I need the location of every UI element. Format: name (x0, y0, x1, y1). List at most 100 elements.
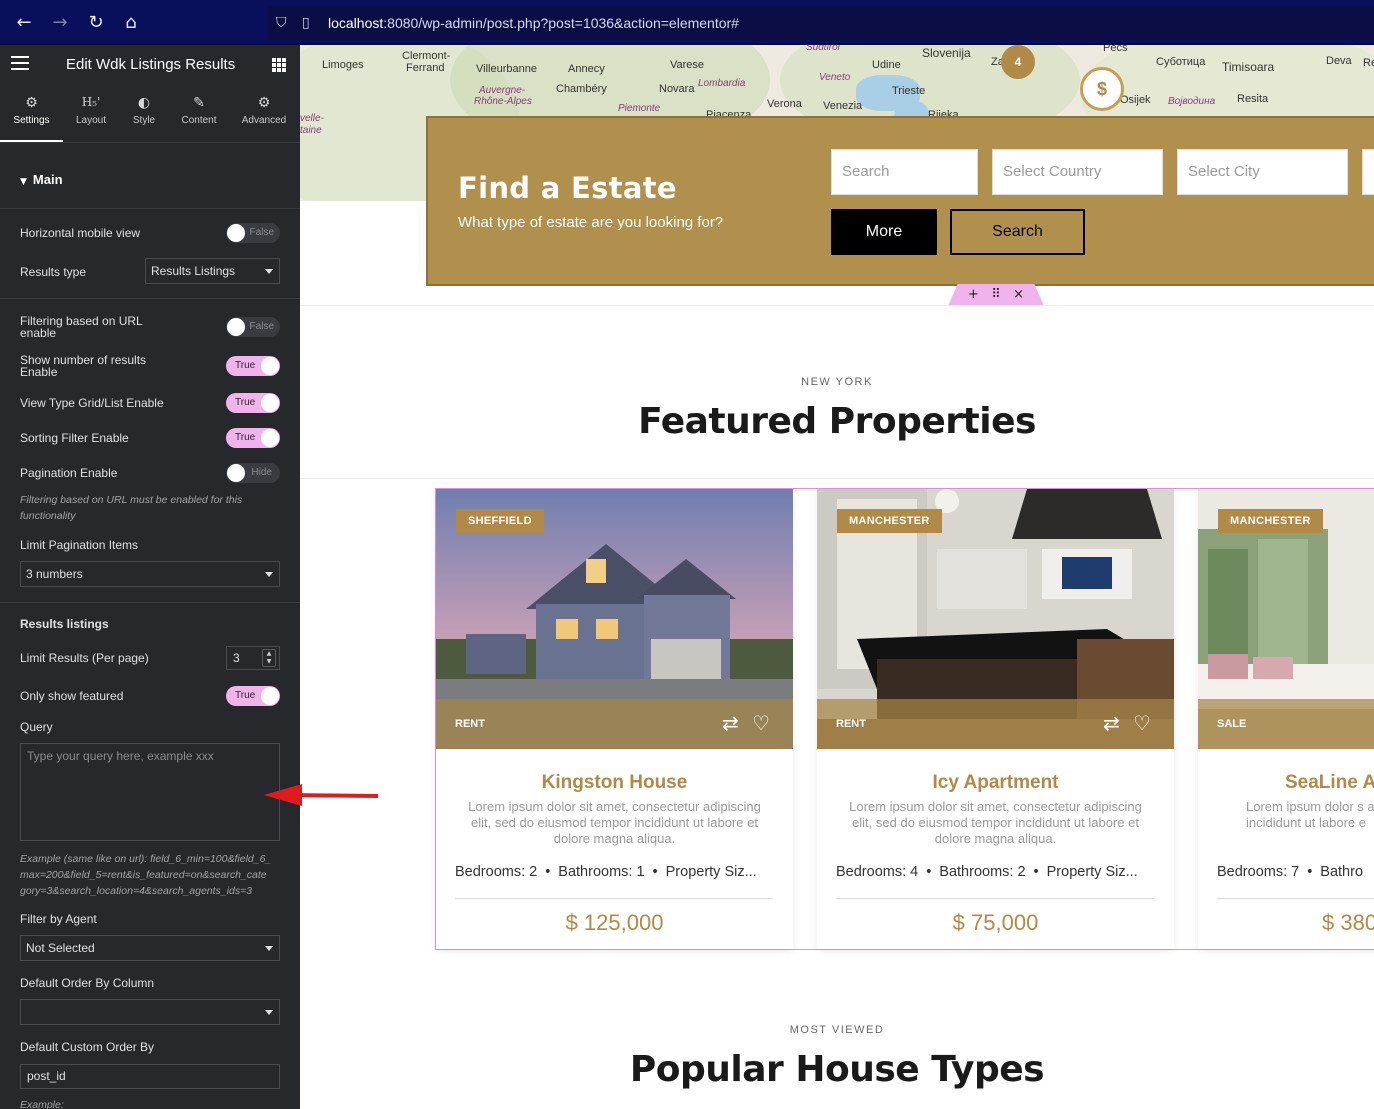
property-photo[interactable]: MANCHESTER RENT ⇄ ♡ (817, 489, 1174, 749)
reload-icon[interactable]: ↻ (83, 10, 109, 36)
half-circle-icon: ◐ (137, 95, 151, 111)
bathrooms: Bathrooms: 1 (558, 864, 645, 880)
toggle-knob (261, 357, 279, 375)
tab-advanced[interactable]: ⚙ Advanced (229, 85, 299, 142)
compare-icon[interactable]: ⇄ (722, 711, 739, 735)
show-number-toggle[interactable]: True (226, 356, 280, 376)
property-photo[interactable]: SHEFFIELD RENT ⇄ ♡ (436, 489, 793, 749)
tab-style[interactable]: ◐ Style (119, 85, 169, 142)
more-button[interactable]: More (831, 209, 937, 255)
show-number-label: Show number of results Enable (20, 354, 146, 378)
map-city-label: Varese (670, 59, 705, 71)
map-city-label: Villeurbanne (476, 63, 537, 75)
pencil-icon: ✎ (193, 95, 205, 111)
horizontal-mobile-label: Horizontal mobile view (20, 226, 141, 240)
location-badge[interactable]: MANCHESTER (1218, 509, 1323, 533)
map-city-label: Limoges (322, 59, 364, 71)
filter-agent-select[interactable]: Not Selected (20, 935, 280, 961)
toggle-state: False (249, 321, 274, 332)
back-arrow-icon[interactable]: ← (11, 10, 37, 36)
toggle-state: True (235, 360, 256, 371)
section-handle[interactable]: + ⠿ × (948, 284, 1044, 306)
bedrooms: Bedrooms: 4 (836, 864, 919, 880)
widgets-grid-icon[interactable] (272, 58, 286, 72)
search-button[interactable]: Search (950, 209, 1085, 255)
search-input[interactable]: Search (831, 149, 978, 195)
limit-pagination-select[interactable]: 3 numbers (20, 561, 280, 587)
map-cluster-marker[interactable]: 4 (1001, 45, 1035, 79)
property-card[interactable]: SHEFFIELD RENT ⇄ ♡ Kingston House Lorem … (436, 489, 793, 949)
results-type-value: Results Listings (151, 264, 236, 278)
divider (300, 305, 1374, 306)
shield-icon[interactable]: ⛉ (276, 6, 287, 40)
view-type-toggle[interactable]: True (226, 393, 280, 413)
map-city-label: Chambéry (556, 83, 607, 95)
photo-overlay (817, 699, 1174, 749)
tab-settings[interactable]: ⚙ Settings (0, 85, 63, 142)
results-type-select[interactable]: Results Listings (145, 258, 280, 284)
filtering-url-toggle[interactable]: False (226, 317, 280, 337)
pagination-toggle[interactable]: Hide (226, 463, 280, 483)
tab-layout[interactable]: H₅' Layout (63, 85, 119, 142)
address-bar[interactable]: ⛉ ▯ localhost:8080/wp-admin/post.php?pos… (268, 6, 1374, 40)
property-title[interactable]: Icy Apartment (817, 772, 1174, 794)
filtering-url-label-line2: enable (20, 326, 57, 340)
property-meta: Bedrooms: 2 • Bathrooms: 1 • Property Siz... (455, 864, 757, 880)
bedrooms: Bedrooms: 2 (455, 864, 538, 880)
compare-icon[interactable]: ⇄ (1103, 711, 1120, 735)
query-label: Query (20, 720, 53, 734)
default-order-label: Default Order By Column (20, 976, 155, 990)
drag-handle-icon[interactable]: ⠿ (991, 287, 1001, 302)
featured-kicker: NEW YORK (801, 376, 873, 388)
hamburger-menu-icon[interactable] (11, 56, 29, 74)
filtering-url-label: Filtering based on URL enable (20, 315, 143, 339)
limit-results-input[interactable]: 3 ▲ ▼ (226, 646, 280, 670)
map-region-label: taine (300, 125, 322, 136)
map-city-label: Udine (872, 59, 901, 71)
listing-type: RENT (836, 718, 866, 730)
property-title[interactable]: Kingston House (436, 772, 793, 794)
query-textarea[interactable]: Type your query here, example xxx (20, 743, 280, 841)
horizontal-mobile-toggle[interactable]: False (226, 223, 280, 243)
property-card[interactable]: MANCHESTER SALE SeaLine A Lorem ipsum do… (1198, 489, 1374, 949)
filter-agent-label: Filter by Agent (20, 912, 97, 926)
search-widget: Find a Estate What type of estate are yo… (426, 116, 1374, 286)
map-price-pin[interactable]: $ (1080, 67, 1124, 111)
number-stepper-icon[interactable]: ▲ ▼ (262, 649, 276, 667)
pagination-hint-line1: Filtering based on URL must be enabled f… (20, 494, 243, 506)
tab-advanced-label: Advanced (241, 115, 287, 126)
property-title[interactable]: SeaLine A (1285, 772, 1374, 794)
extra-field[interactable] (1362, 149, 1374, 195)
limit-pagination-value: 3 numbers (26, 567, 83, 581)
property-photo[interactable]: MANCHESTER SALE (1198, 489, 1374, 749)
property-description: Lorem ipsum dolor s adipiscing elit, sed… (1246, 799, 1374, 830)
home-icon[interactable]: ⌂ (118, 10, 144, 36)
only-featured-toggle[interactable]: True (226, 686, 280, 706)
forward-arrow-icon[interactable]: → (47, 10, 73, 36)
section-main-toggle[interactable]: ▼ Main (20, 172, 63, 187)
country-select[interactable]: Select Country (992, 149, 1163, 195)
sorting-toggle[interactable]: True (226, 428, 280, 448)
add-icon[interactable]: + (968, 287, 979, 302)
limit-pagination-label: Limit Pagination Items (20, 538, 139, 552)
heart-icon[interactable]: ♡ (752, 711, 770, 735)
toggle-knob (227, 318, 245, 336)
featured-heading: Featured Properties (638, 401, 1036, 442)
red-arrow-annotation (264, 784, 379, 806)
map-city-label: Novara (659, 83, 695, 95)
city-select[interactable]: Select City (1177, 149, 1348, 195)
location-badge[interactable]: SHEFFIELD (456, 509, 544, 533)
location-badge[interactable]: MANCHESTER (837, 509, 942, 533)
custom-order-input[interactable]: post_id (20, 1064, 280, 1089)
tab-content[interactable]: ✎ Content (169, 85, 229, 142)
close-icon[interactable]: × (1013, 287, 1024, 302)
panel-header: Edit Wdk Listings Results (0, 45, 300, 85)
view-type-label: View Type Grid/List Enable (20, 396, 164, 410)
chevron-down-icon (265, 1010, 273, 1015)
chevron-down-icon (265, 946, 273, 951)
gear-icon: ⚙ (257, 95, 271, 111)
default-order-select[interactable] (20, 999, 280, 1025)
property-card[interactable]: MANCHESTER RENT ⇄ ♡ Icy Apartment Lorem … (817, 489, 1174, 949)
map-city-label: Trieste (892, 85, 926, 97)
heart-icon[interactable]: ♡ (1133, 711, 1151, 735)
